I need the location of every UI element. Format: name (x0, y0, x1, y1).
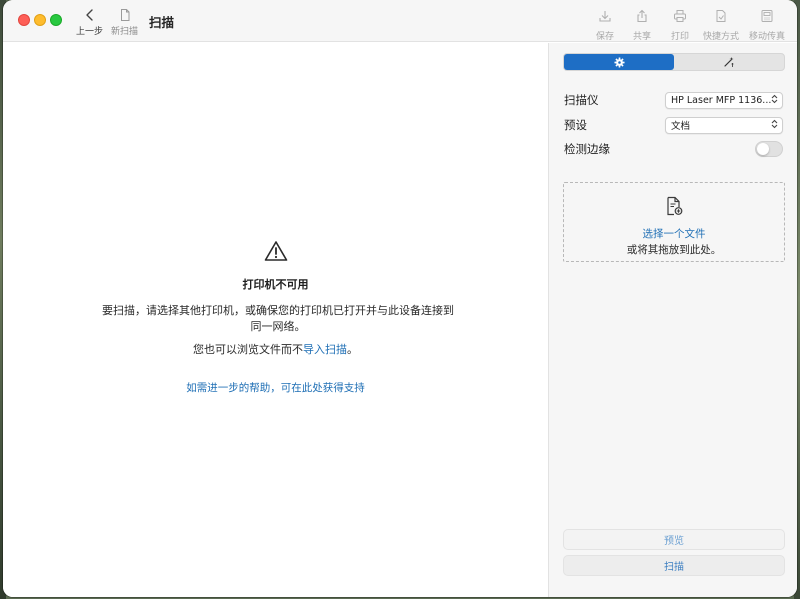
mobile-fax-label: 移动传真 (749, 32, 786, 42)
mobile-fax-button[interactable]: 移动传真 (749, 8, 785, 42)
gear-icon (613, 53, 625, 72)
new-scan-label: 新扫描 (111, 27, 139, 37)
printer-unavailable-description: 要扫描，请选择其他打印机，或确保您的打印机已打开并与此设备连接到同一网络。 (102, 304, 454, 333)
preview-button[interactable]: 预览 (563, 529, 785, 550)
scan-button[interactable]: 扫描 (563, 555, 785, 576)
app-window: 上一步 新扫描 扫描 保存 共享 打印 快捷方式 移动传真 打印机不可用 要扫描… (3, 0, 797, 597)
document-add-icon (665, 196, 683, 220)
settings-sidebar: 扫描仪 HP Laser MFP 1136... 预设 文档 检测边缘 选择一个… (548, 43, 797, 597)
shortcut-document-icon (714, 8, 728, 27)
minimize-window-button[interactable] (34, 14, 46, 26)
zoom-window-button[interactable] (50, 14, 62, 26)
back-label: 上一步 (76, 27, 104, 37)
choose-file-link[interactable]: 选择一个文件 (643, 226, 706, 241)
save-button[interactable]: 保存 (596, 8, 614, 42)
save-label: 保存 (596, 32, 615, 42)
new-scan-button[interactable]: 新扫描 (111, 8, 138, 37)
shortcut-button[interactable]: 快捷方式 (703, 8, 739, 42)
printer-unavailable-title: 打印机不可用 (242, 278, 309, 291)
scanner-label: 扫描仪 (564, 93, 599, 107)
detect-edges-row: 检测边缘 (564, 139, 783, 159)
toolbar: 上一步 新扫描 扫描 保存 共享 打印 快捷方式 移动传真 (3, 0, 797, 42)
preset-select[interactable]: 文档 (665, 116, 783, 134)
detect-edges-toggle[interactable] (755, 141, 783, 157)
share-label: 共享 (633, 32, 652, 42)
fax-icon (760, 8, 774, 27)
drop-here-text: 或将其拖放到此处。 (626, 244, 722, 256)
tab-settings[interactable] (564, 54, 674, 70)
chevron-updown-icon (771, 119, 778, 131)
scanner-row: 扫描仪 HP Laser MFP 1136... (564, 90, 783, 110)
print-button[interactable]: 打印 (671, 8, 689, 42)
preset-select-value: 文档 (671, 121, 691, 132)
share-icon (635, 8, 649, 27)
sidebar-segmented-control (563, 53, 785, 71)
magic-wand-icon (723, 53, 735, 72)
shortcut-label: 快捷方式 (703, 32, 740, 42)
back-button[interactable]: 上一步 (76, 8, 103, 37)
share-button[interactable]: 共享 (633, 8, 651, 42)
warning-icon (264, 240, 288, 266)
tab-enhance[interactable] (674, 54, 784, 70)
chevron-updown-icon (771, 94, 778, 106)
main-content: 打印机不可用 要扫描，请选择其他打印机，或确保您的打印机已打开并与此设备连接到同… (3, 43, 548, 597)
browse-files-prefix: 您也可以浏览文件而不 (193, 343, 303, 356)
toggle-knob (757, 143, 769, 155)
scanner-select[interactable]: HP Laser MFP 1136... (665, 91, 783, 109)
chevron-left-icon (83, 8, 97, 22)
detect-edges-label: 检测边缘 (564, 142, 610, 156)
document-icon (118, 8, 132, 22)
close-window-button[interactable] (18, 14, 30, 26)
help-support-link[interactable]: 如需进一步的帮助，可在此处获得支持 (3, 380, 548, 395)
preset-label: 预设 (564, 118, 587, 132)
browse-files-suffix: 。 (347, 343, 358, 356)
download-icon (598, 8, 612, 27)
import-scan-link[interactable]: 导入扫描 (303, 343, 347, 356)
print-label: 打印 (671, 32, 690, 42)
scanner-select-value: HP Laser MFP 1136... (671, 94, 771, 106)
window-title: 扫描 (149, 15, 175, 30)
browse-files-text: 您也可以浏览文件而不导入扫描。 (3, 341, 548, 357)
preset-row: 预设 文档 (564, 115, 783, 135)
file-drop-zone[interactable]: 选择一个文件 或将其拖放到此处。 (563, 182, 785, 262)
printer-icon (673, 8, 687, 27)
